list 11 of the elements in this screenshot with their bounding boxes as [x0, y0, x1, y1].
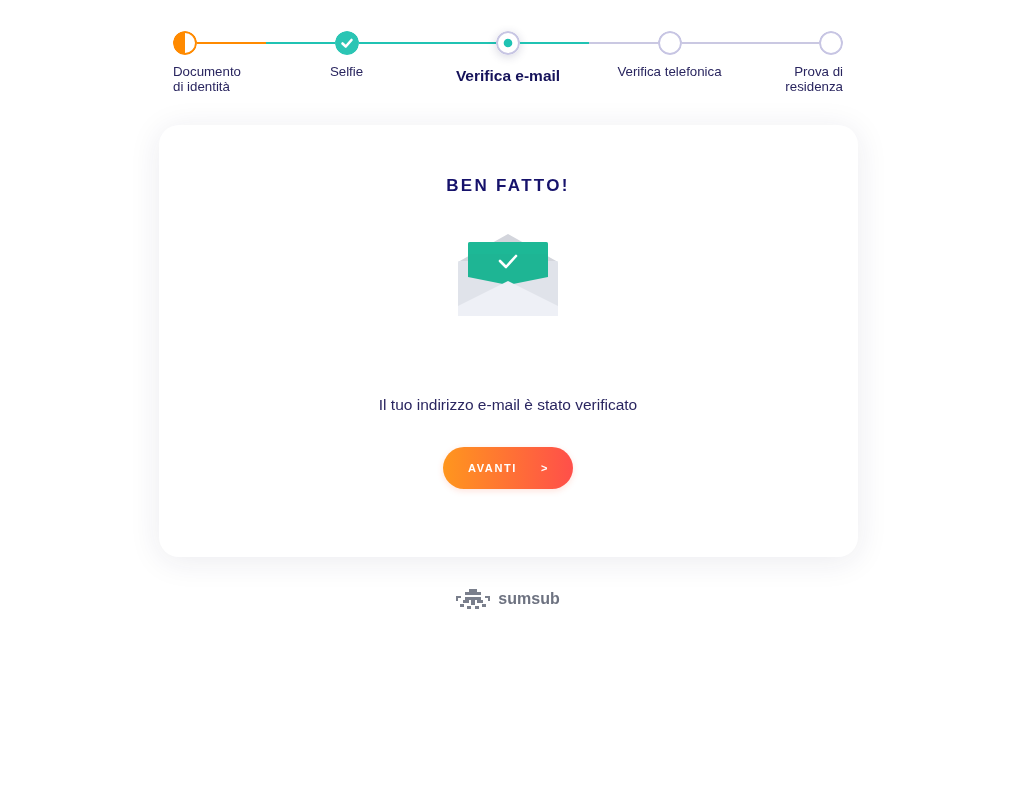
pixel-logo-icon: [456, 589, 491, 609]
step-label: Verifica telefonica: [617, 65, 722, 80]
success-title: BEN FATTO!: [446, 176, 570, 196]
step-label: Documento di identità: [173, 65, 242, 94]
step-label: Selfie: [329, 65, 364, 80]
next-button[interactable]: AVANTI >: [443, 447, 573, 489]
verified-message: Il tuo indirizzo e-mail è stato verificato: [378, 396, 638, 414]
brand-name: sumsub: [498, 589, 560, 609]
step-label: Verifica e-mail: [455, 67, 561, 85]
step-label: Prova di residenza: [784, 65, 843, 94]
envelope-check-icon: [458, 234, 558, 316]
